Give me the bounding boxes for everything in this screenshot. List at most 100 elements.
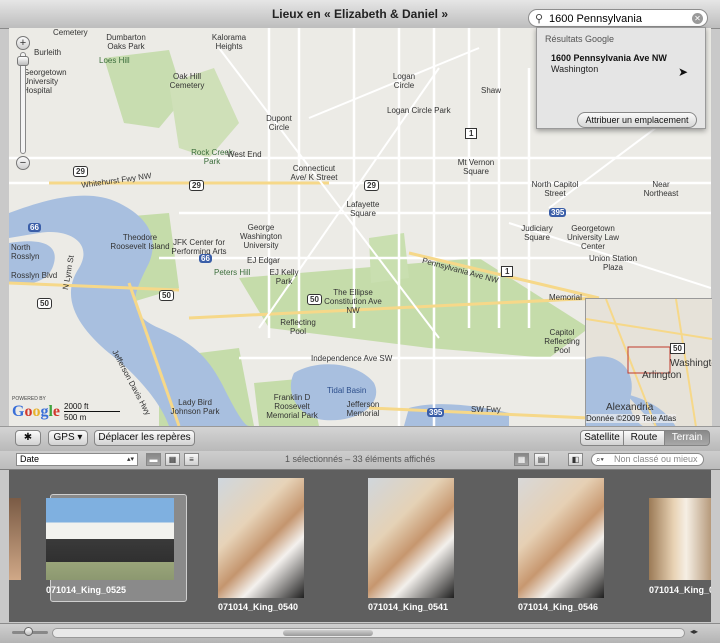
overview-minimap[interactable]: Arlington Washington Alexandria 50 xyxy=(585,298,712,427)
map-label-dumbarton: Dumbarton Oaks Park xyxy=(106,33,146,51)
map-toolbar: ✱ GPS ▾ Déplacer les repères Satellite R… xyxy=(0,426,720,452)
map-label-gwu: George Washington University xyxy=(240,223,282,250)
map-label-nearnortheast: Near Northeast xyxy=(643,180,679,198)
map-label-sw-fwy: SW Fwy xyxy=(471,405,501,414)
zoom-out-button[interactable]: − xyxy=(16,156,30,170)
mode-route[interactable]: Route xyxy=(623,430,665,446)
title-bar: Lieux en « Elizabeth & Daniel » ⚲ ✕ xyxy=(0,0,720,29)
clear-search-icon[interactable]: ✕ xyxy=(692,13,703,24)
results-section-label: Résultats Google xyxy=(545,34,615,44)
photo-couple-image xyxy=(218,478,304,598)
scroll-arrows-icon[interactable]: ◂▸ xyxy=(690,627,698,636)
mouse-cursor-icon: ➤ xyxy=(678,65,689,79)
map-label-independence: Independence Ave SW xyxy=(311,354,393,363)
zoom-slider-track[interactable] xyxy=(20,52,26,154)
minimap-label-washington: Washington xyxy=(670,358,712,369)
map-label-kalorama: Kalorama Heights xyxy=(211,33,247,51)
map-label-logan-park: Logan Circle Park xyxy=(387,106,451,115)
mode-satellite[interactable]: Satellite xyxy=(580,430,624,446)
shield-50-a: 50 xyxy=(159,290,174,301)
map-label-oakhill: Oak Hill Cemetery xyxy=(169,72,205,90)
search-filter-icon: ⌕▾ xyxy=(596,455,604,464)
shield-29-a: 29 xyxy=(73,166,88,177)
scrollbar-thumb[interactable] xyxy=(283,630,373,636)
map-label-northcapitol: North Capitol Street xyxy=(531,180,579,198)
map-label-ejedgar: EJ Edgar xyxy=(247,256,280,265)
map-label-judiciary: Judiciary Square xyxy=(521,224,553,242)
map-label-mtvernon: Mt Vernon Square xyxy=(457,158,495,176)
map-label-dupont: Dupont Circle xyxy=(266,114,292,132)
map-label-theodore: Theodore Roosevelt Island xyxy=(110,233,170,251)
photo-couple-image xyxy=(518,478,604,598)
shield-50-b: 50 xyxy=(307,294,322,305)
map-label-ellipse: The Ellipse Constitution Ave NW xyxy=(324,288,382,315)
map-scale: 2000 ft 500 m xyxy=(64,402,122,424)
filter-bar: Date ▴▾ ▬ ▦ ≡ 1 sélectionnés – 33 élément… xyxy=(0,451,720,470)
map-label-jfk: JFK Center for Performing Arts xyxy=(171,238,227,256)
scale-m: 500 m xyxy=(64,413,87,422)
result-item-subtitle[interactable]: Washington xyxy=(551,64,598,74)
shield-66: 66 xyxy=(28,223,41,232)
zoom-control[interactable]: + − xyxy=(16,36,30,170)
shield-29-b: 29 xyxy=(189,180,204,191)
thumbnail-size-knob[interactable] xyxy=(24,627,33,636)
map-label-shaw: Shaw xyxy=(481,86,502,95)
map-label-union: Union Station Plaza xyxy=(588,254,638,272)
map-label-burleith: Burleith xyxy=(34,48,62,57)
map-label-capitol-pool: Capitol Reflecting Pool xyxy=(544,328,580,355)
map-label-rosslyn-blvd: Rosslyn Blvd xyxy=(11,271,58,280)
search-icon: ⚲ xyxy=(535,13,544,25)
scale-ft: 2000 ft xyxy=(64,402,89,411)
partial-photo-left[interactable] xyxy=(9,498,21,580)
map-label-franklin: Franklin D Roosevelt Memorial Park xyxy=(266,393,318,420)
photo-group-image xyxy=(46,498,174,580)
assign-location-button[interactable]: Attribuer un emplacement xyxy=(577,112,697,128)
minimap-label-alexandria: Alexandria xyxy=(606,402,654,413)
grid-toggle-icon[interactable]: ▦ xyxy=(514,453,529,466)
shield-395-b: 395 xyxy=(427,408,445,417)
minimap-shield-50: 50 xyxy=(670,343,685,354)
zoom-slider-knob[interactable] xyxy=(17,56,29,66)
map-label-loes: Loes Hill xyxy=(99,56,130,65)
shield-1: 1 xyxy=(465,128,478,139)
map-label-westend: West End xyxy=(227,150,262,159)
map-label-logan: Logan Circle xyxy=(392,72,416,90)
rating-filter[interactable]: ⌕▾ Non classé ou mieux xyxy=(591,453,704,466)
move-pins-button[interactable]: Déplacer les repères xyxy=(94,430,195,446)
map-label-memorial: Memorial xyxy=(549,293,582,302)
horizontal-scrollbar[interactable] xyxy=(52,628,685,638)
map-label-petershill: Peters Hill xyxy=(214,268,251,277)
gear-icon: ✱ xyxy=(23,432,33,443)
search-field[interactable]: ⚲ ✕ xyxy=(528,9,708,27)
map-label-reflecting: Reflecting Pool xyxy=(280,318,316,336)
shield-29-c: 29 xyxy=(364,180,379,191)
mode-terrain[interactable]: Terrain xyxy=(664,430,710,446)
shield-50-c: 50 xyxy=(37,298,52,309)
google-logo: Google xyxy=(12,403,61,420)
photo-label: 071014_King_015 xyxy=(649,585,711,595)
gps-label: GPS xyxy=(53,432,75,443)
result-item-title[interactable]: 1600 Pennsylvania Ave NW xyxy=(551,53,667,63)
shield-395: 395 xyxy=(549,208,567,217)
search-input[interactable] xyxy=(547,11,691,27)
photo-couple-image xyxy=(368,478,454,598)
viewer-toggle-icon[interactable]: ◧ xyxy=(568,453,583,466)
shield-66-b: 66 xyxy=(199,254,212,263)
action-menu-button[interactable]: ✱ xyxy=(15,430,41,446)
map-label-gtown-law: Georgetown University Law Center xyxy=(566,224,619,251)
shield-1-b: 1 xyxy=(501,266,514,277)
gps-button[interactable]: GPS ▾ xyxy=(48,430,88,446)
photo-label: 071014_King_0525 xyxy=(46,585,127,595)
map-label-ladybird: Lady Bird Johnson Park xyxy=(170,398,220,416)
map-label-fbi: EJ Kelly Park xyxy=(269,268,299,286)
map-label-connecticut: Connecticut Ave/ K Street xyxy=(290,164,338,182)
minimap-label-arlington: Arlington xyxy=(642,370,682,381)
map-label-lafayette: Lafayette Square xyxy=(346,200,380,218)
zoom-in-button[interactable]: + xyxy=(16,36,30,50)
map-label-cemetery: Cemetery xyxy=(53,28,88,37)
map-copyright: Donnée ©2009 Tele Atlas xyxy=(586,414,677,423)
stack-toggle-icon[interactable]: ▤ xyxy=(534,453,549,466)
photo-bride-image xyxy=(649,498,711,580)
bottom-bar: ◂▸ xyxy=(0,623,720,643)
photo-label: 071014_King_0541 xyxy=(368,602,449,612)
